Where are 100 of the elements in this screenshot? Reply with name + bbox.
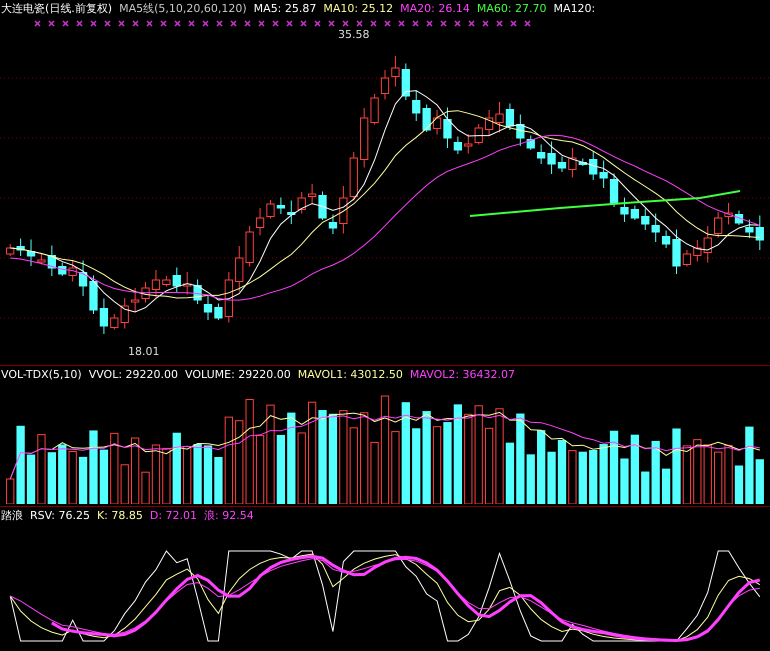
candlestick xyxy=(276,197,286,214)
candlestick xyxy=(589,151,598,180)
volume-bar xyxy=(120,464,129,504)
candlestick xyxy=(152,270,160,298)
volume-bar xyxy=(100,450,108,504)
volume-bar xyxy=(370,442,379,504)
indicator-label: K: 78.85 xyxy=(96,508,143,524)
volume-bar xyxy=(558,440,566,504)
candlestick xyxy=(183,272,192,295)
candlestick xyxy=(287,200,296,224)
candlestick xyxy=(172,267,181,292)
volume-bar xyxy=(630,434,639,504)
volume-bar xyxy=(78,457,88,504)
indicator-label: MAVOL1: 43012.50 xyxy=(298,367,403,384)
candlestick xyxy=(506,103,514,130)
candlestick xyxy=(724,202,733,225)
low-price-label: 18.01 xyxy=(128,345,160,358)
indicator-label: 大连电瓷(日线.前复权) xyxy=(1,1,112,17)
volume-bar xyxy=(724,445,733,504)
volume-bar xyxy=(152,444,160,504)
candlestick xyxy=(328,214,338,234)
volume-bar xyxy=(589,450,598,504)
candlestick xyxy=(246,226,254,267)
candlestick xyxy=(704,226,712,263)
candlestick xyxy=(495,102,504,133)
volume-bar xyxy=(578,452,587,504)
volume-bar xyxy=(506,442,514,504)
candlestick xyxy=(610,173,618,208)
candlestick xyxy=(672,229,681,274)
indicator-label: VOLUME: 29220.00 xyxy=(185,367,291,384)
candlestick xyxy=(547,141,556,174)
candlestick xyxy=(422,104,431,132)
candlestick xyxy=(537,144,546,164)
candlestick xyxy=(464,134,472,154)
volume-bar xyxy=(682,446,692,504)
candlestick xyxy=(620,197,629,222)
candlestick xyxy=(558,156,566,172)
candlestick xyxy=(516,114,524,146)
candlestick xyxy=(432,110,442,135)
volume-bar xyxy=(652,441,660,504)
volume-bar xyxy=(26,454,36,504)
candlestick xyxy=(339,186,348,234)
volume-bar xyxy=(68,451,77,504)
candlestick xyxy=(141,282,150,303)
candlestick xyxy=(682,250,692,267)
volume-bar xyxy=(547,452,556,504)
indicator-label: 浪: 92.54 xyxy=(204,508,254,524)
volume-bar xyxy=(599,444,608,504)
candlestick xyxy=(89,275,98,314)
volume-bar xyxy=(256,435,264,504)
candlestick xyxy=(599,160,608,188)
candlestick xyxy=(693,240,702,262)
candlestick xyxy=(48,245,56,276)
candlestick xyxy=(443,107,452,148)
volume-bar xyxy=(162,448,171,504)
candlestick xyxy=(662,230,670,248)
volume-bar xyxy=(183,446,192,504)
volume-bar xyxy=(620,458,629,504)
indicator-label: 踏浪 xyxy=(1,508,23,524)
volume-bar xyxy=(526,454,535,504)
candlestick xyxy=(714,212,722,238)
candlestick xyxy=(298,192,306,214)
indicator-label: MA5: 25.87 xyxy=(254,1,316,17)
candlestick xyxy=(6,244,14,256)
candlestick xyxy=(193,279,202,304)
volume-bar xyxy=(193,444,202,504)
candlestick xyxy=(37,254,46,265)
indicator-label: MA10: 25.12 xyxy=(323,1,394,17)
candlestick xyxy=(100,298,108,334)
candlestick xyxy=(630,205,639,220)
indicator-label: D: 72.01 xyxy=(150,508,198,524)
volume-bar xyxy=(276,435,286,504)
candlestick xyxy=(370,94,379,125)
volume-bar xyxy=(131,438,140,504)
volume-bar xyxy=(48,452,56,504)
candlestick xyxy=(734,210,744,226)
candlestick xyxy=(402,63,410,100)
candlestick xyxy=(78,260,88,296)
candlestick xyxy=(380,70,390,100)
indicator-label: MA20: 26.14 xyxy=(400,1,470,17)
indicator-label: VOL-TDX(5,10) xyxy=(1,367,82,384)
candlestick xyxy=(120,298,129,329)
indicator-label: MA5线(5,10,20,60,120) xyxy=(119,1,247,17)
candlestick xyxy=(745,219,754,238)
volume-bar xyxy=(37,434,46,504)
indicator-label: RSV: 76.25 xyxy=(30,508,90,524)
candlestick xyxy=(68,260,77,282)
candlestick xyxy=(256,208,264,236)
candlestick xyxy=(110,314,118,330)
high-price-label: 35.58 xyxy=(338,28,370,41)
volume-bar xyxy=(568,450,577,504)
candlestick xyxy=(224,272,233,323)
candlestick xyxy=(412,90,420,122)
candlestick xyxy=(162,276,171,287)
volume-bar xyxy=(172,433,181,504)
indicator-label: VVOL: 29220.00 xyxy=(88,367,178,384)
candlestick xyxy=(58,262,66,276)
volume-bar xyxy=(704,444,712,504)
candlestick xyxy=(641,208,650,230)
indicator-label: MAVOL2: 36432.07 xyxy=(410,367,516,384)
